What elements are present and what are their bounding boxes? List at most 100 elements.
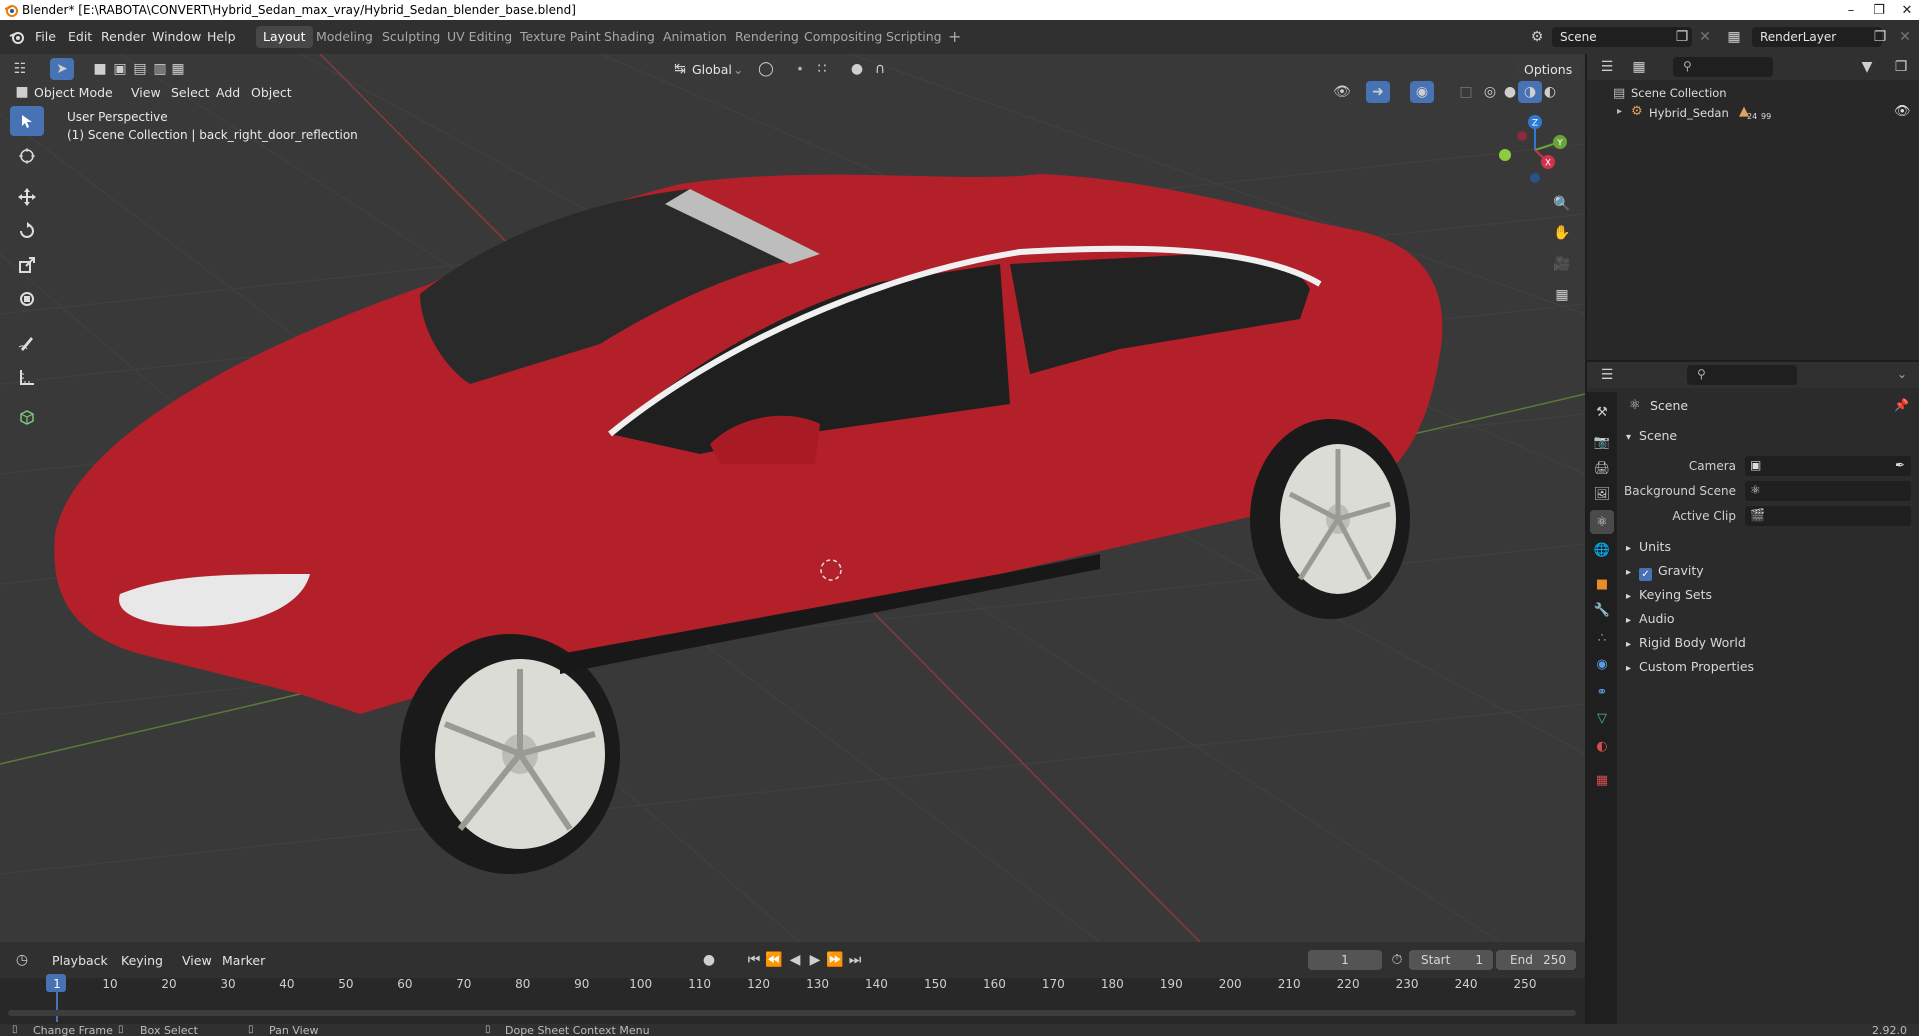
move-tool[interactable] [10,182,44,212]
render-layer-selector[interactable]: RenderLayer [1752,27,1882,47]
audio-subpanel[interactable]: ▸ Audio [1626,608,1675,630]
output-tab-icon[interactable]: 🖨 [1590,456,1614,480]
gizmo-neg-x-icon[interactable] [1517,131,1527,141]
tab-texture-paint[interactable]: Texture Paint [513,26,608,48]
scene-collection-label[interactable]: Scene Collection [1631,86,1727,100]
add-workspace-icon[interactable]: + [941,26,968,48]
tab-modeling[interactable]: Modeling [309,26,380,48]
menu-window[interactable]: Window [148,27,205,47]
start-frame-field[interactable]: Start 1 [1409,950,1493,970]
restore-icon[interactable]: ❐ [1864,0,1894,20]
navigation-gizmo[interactable]: Z Y X [1490,110,1570,190]
overlay-toggle-icon[interactable]: ◉ [1410,81,1434,103]
display-mode-icon[interactable]: ▦ [1627,56,1651,78]
scene-panel-header[interactable]: ▾ Scene [1626,425,1677,447]
menu-view[interactable]: View [131,82,161,104]
scene-tab-icon[interactable]: ⚛ [1590,510,1614,534]
gizmo-toggle-icon[interactable]: ➜ [1366,81,1390,103]
object-mode-dropdown[interactable]: Object Mode [34,82,113,104]
camera-field[interactable] [1745,456,1911,476]
tab-shading[interactable]: Shading [597,26,662,48]
options-dropdown[interactable]: Options [1516,59,1581,81]
jump-end-icon[interactable]: ⏭ [843,949,867,971]
tab-layout[interactable]: Layout [256,26,313,48]
end-frame-field[interactable]: End 250 [1496,950,1576,970]
tab-compositing[interactable]: Compositing [797,26,889,48]
gizmo-neg-y-icon[interactable] [1499,149,1511,161]
tab-sculpting[interactable]: Sculpting [375,26,447,48]
cursor-tool[interactable] [10,141,44,171]
menu-file[interactable]: File [31,27,60,47]
view-layer-icon[interactable]: ▦ [1722,26,1746,48]
menu-edit[interactable]: Edit [64,27,96,47]
menu-help[interactable]: Help [203,27,240,47]
menu-object[interactable]: Object [251,82,292,104]
scale-tool[interactable] [10,250,44,280]
filter-icon[interactable]: ▼ [1855,56,1879,78]
new-collection-icon[interactable]: ❐ [1889,56,1913,78]
eyedropper-icon[interactable]: ✒ [1895,458,1905,472]
orientation-icon[interactable]: ↹ [668,58,692,80]
properties-editor-icon[interactable]: ☰ [1595,364,1619,386]
particles-tab-icon[interactable]: ∴ [1590,626,1614,650]
material-tab-icon[interactable]: ◐ [1590,734,1614,758]
physics-tab-icon[interactable]: ◉ [1590,652,1614,676]
tab-uv-editing[interactable]: UV Editing [440,26,519,48]
record-icon[interactable]: ● [697,949,721,971]
measure-tool[interactable] [10,362,44,392]
new-scene-icon[interactable]: ❐ [1670,26,1694,48]
render-tab-icon[interactable]: 📷 [1590,430,1614,454]
proportional-edit-icon[interactable]: ● [845,58,869,80]
texture-tab-icon[interactable]: ▦ [1590,768,1614,792]
outliner-item-hybrid-sedan[interactable]: Hybrid_Sedan [1649,106,1729,120]
pivot-icon[interactable]: ◯ [754,58,778,80]
chevron-down-icon[interactable]: ⌄ [733,59,743,81]
annotate-tool[interactable] [10,328,44,358]
perspective-grid-icon[interactable]: ▦ [1550,284,1574,306]
rigid-body-world-subpanel[interactable]: ▸ Rigid Body World [1626,632,1746,654]
menu-select[interactable]: Select [171,82,210,104]
tab-rendering[interactable]: Rendering [728,26,806,48]
pan-hand-icon[interactable]: ✋ [1550,222,1574,244]
menu-marker[interactable]: Marker [222,950,265,972]
menu-timeline-view[interactable]: View [182,950,212,972]
xray-icon[interactable]: □ [1454,81,1478,103]
custom-properties-subpanel[interactable]: ▸ Custom Properties [1626,656,1754,678]
close-icon[interactable]: ✕ [1892,0,1919,20]
minimize-icon[interactable]: – [1836,0,1866,20]
background-scene-field[interactable] [1745,481,1911,501]
expand-arrow-icon[interactable]: ▸ [1617,106,1622,117]
constraints-tab-icon[interactable]: ⚭ [1590,680,1614,704]
add-cube-tool[interactable] [10,402,44,432]
visibility-icon[interactable]: 👁 [1330,81,1354,103]
tab-animation[interactable]: Animation [656,26,734,48]
gravity-subpanel[interactable]: ▸ ✓ Gravity [1626,560,1704,582]
camera-view-icon[interactable]: 🎥 [1550,253,1574,275]
chevron-down-icon[interactable]: ⌄ [1897,367,1907,381]
object-tab-icon[interactable]: ■ [1590,572,1614,596]
menu-render[interactable]: Render [97,27,150,47]
gravity-checkbox[interactable]: ✓ [1639,568,1653,581]
gizmo-neg-z-icon[interactable] [1530,173,1540,183]
menu-add[interactable]: Add [216,82,240,104]
world-tab-icon[interactable]: 🌐 [1590,538,1614,562]
3d-viewport[interactable] [0,54,1585,942]
timeline-scrollbar[interactable] [8,1010,1576,1016]
data-tab-icon[interactable]: ▽ [1590,706,1614,730]
eye-visibility-icon[interactable]: 👁 [1894,104,1911,119]
selection-intersect-icon[interactable]: ▦ [166,58,190,80]
new-layer-icon[interactable]: ❐ [1868,26,1892,48]
units-subpanel[interactable]: ▸ Units [1626,536,1671,558]
modifier-tab-icon[interactable]: 🔧 [1590,598,1614,622]
snap-icon[interactable]: ⋆ [788,58,812,80]
editor-type-icon[interactable]: ☷ [8,58,32,80]
scene-type-icon[interactable]: ⚙ [1525,26,1549,48]
zoom-icon[interactable]: 🔍 [1550,193,1574,215]
select-box-tool[interactable] [10,106,44,136]
timeline-editor-icon[interactable]: ◷ [10,949,34,971]
transform-tool[interactable] [10,284,44,314]
outliner-editor-icon[interactable]: ☰ [1595,56,1619,78]
pin-icon[interactable]: 📌 [1894,398,1909,412]
falloff-icon[interactable]: ∩ [868,58,892,80]
object-mode-icon[interactable]: ■ [10,81,34,103]
